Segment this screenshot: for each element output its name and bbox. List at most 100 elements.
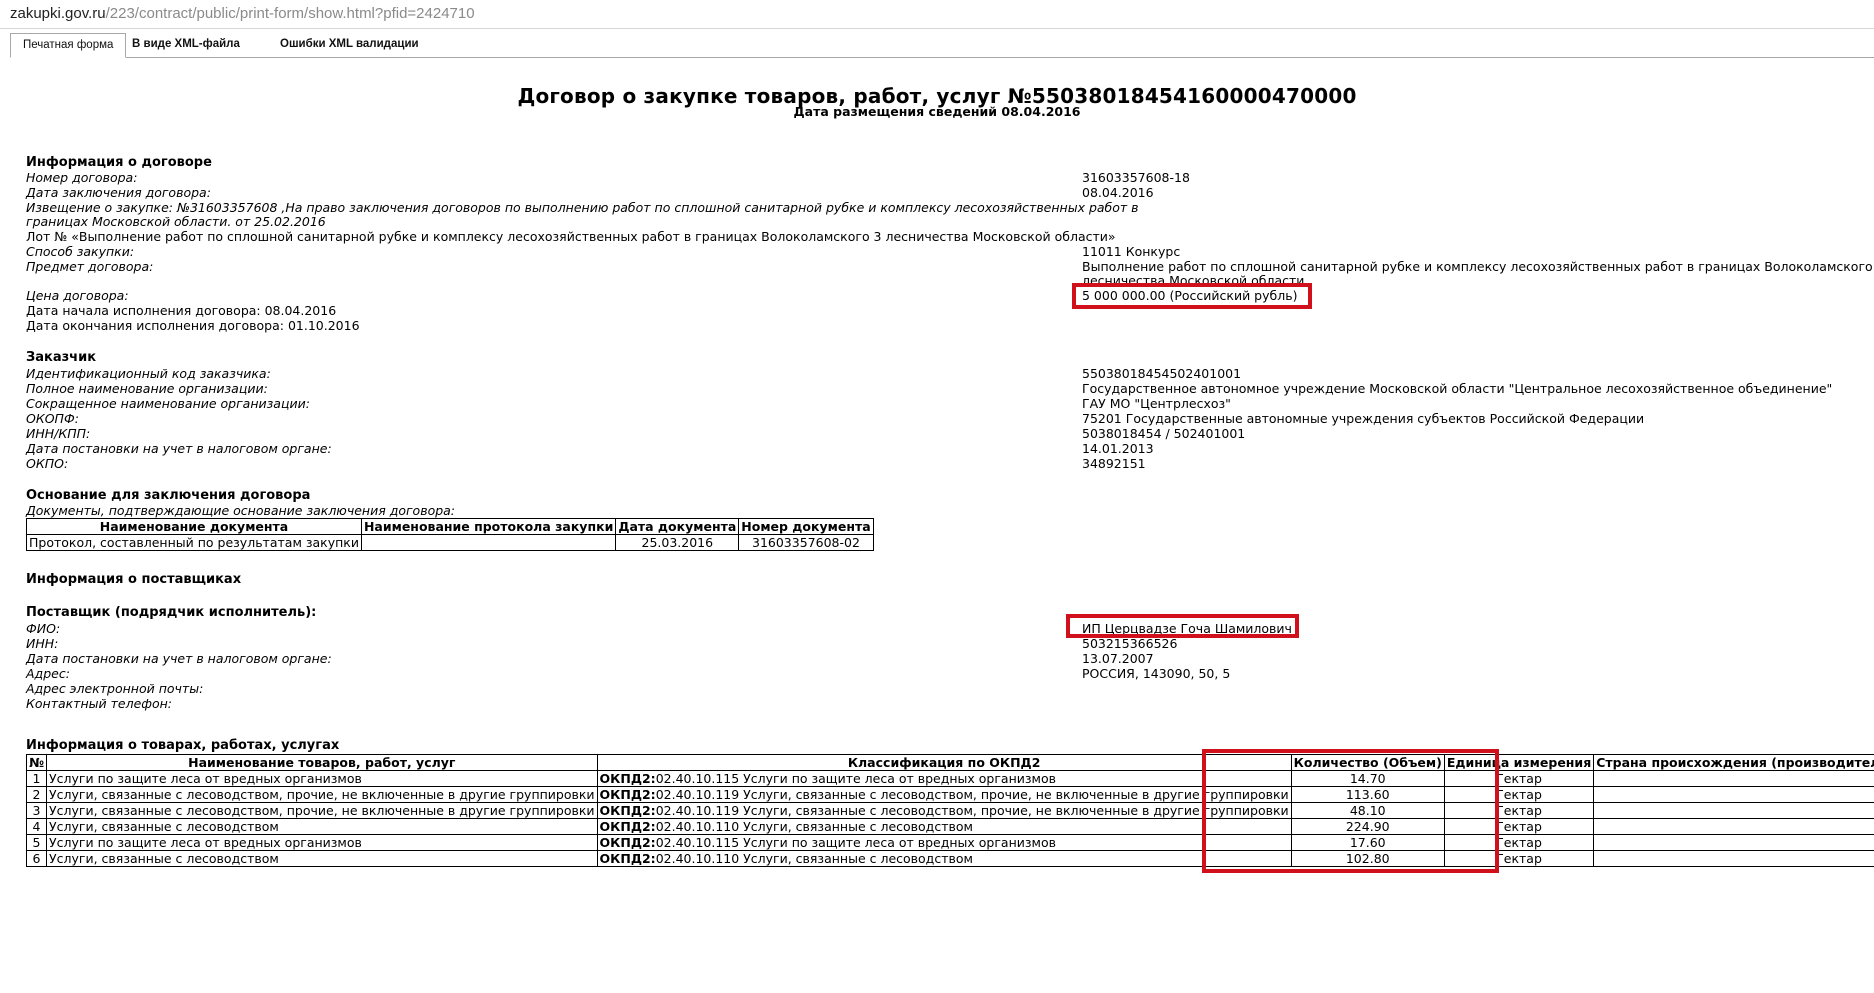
- column-header: Страна происхождения (производителя) тов…: [1593, 754, 1874, 771]
- item-name: Услуги по защите леса от вредных организ…: [46, 834, 598, 851]
- country: [1593, 850, 1874, 867]
- country: [1593, 770, 1874, 787]
- lot-line: Лот № «Выполнение работ по сплошной сани…: [26, 229, 1116, 244]
- row-number: 4: [25, 818, 48, 835]
- okpd-text: 02.40.10.110 Услуги, связанные с лесовод…: [655, 851, 973, 866]
- contract-date-value: 08.04.2016: [1082, 185, 1154, 200]
- table-cell: [360, 534, 617, 551]
- subject-value-line-1: Выполнение работ по сплошной санитарной …: [1082, 259, 1874, 274]
- customer-heading: Заказчик: [26, 350, 97, 365]
- okpd-prefix: ОКПД2:: [599, 803, 656, 818]
- item-name: Услуги, связанные с лесоводством, прочие…: [46, 786, 598, 803]
- column-header: Наименование документа: [26, 518, 362, 535]
- okpd-prefix: ОКПД2:: [599, 787, 656, 802]
- suppliers-heading: Информация о поставщиках: [26, 572, 242, 587]
- notice-line-2: границах Московской области. от 25.02.20…: [26, 214, 326, 229]
- basis-heading: Основание для заключения договора: [26, 488, 311, 503]
- end-date-line: Дата окончания исполнения договора: 01.1…: [26, 318, 360, 333]
- browser-address-bar[interactable]: zakupki.gov.ru/223/contract/public/print…: [0, 0, 1874, 29]
- contract-number-label: Номер договора:: [26, 170, 138, 185]
- country: [1593, 786, 1874, 803]
- okpd-text: 02.40.10.115 Услуги по защите леса от вр…: [655, 771, 1056, 786]
- okpd-classification: ОКПД2:02.40.10.110 Услуги, связанные с л…: [596, 850, 1292, 867]
- table-row: 2 Услуги, связанные с лесоводством, проч…: [25, 786, 1874, 803]
- customer-label: Идентификационный код заказчика:: [26, 366, 271, 381]
- row-number: 3: [25, 802, 48, 819]
- country: [1593, 834, 1874, 851]
- customer-value: ГАУ МО "Центрлесхоз": [1082, 396, 1231, 411]
- tab-xml-file[interactable]: В виде XML-файла: [120, 33, 252, 56]
- column-header: №: [25, 754, 48, 771]
- contract-number-value: 31603357608-18: [1082, 170, 1190, 185]
- table-cell: Протокол, составленный по результатам за…: [26, 534, 362, 551]
- okpd-prefix: ОКПД2:: [599, 771, 656, 786]
- customer-value: 5038018454 / 502401001: [1082, 426, 1246, 441]
- url-text[interactable]: zakupki.gov.ru/223/contract/public/print…: [10, 5, 475, 22]
- okpd-classification: ОКПД2:02.40.10.110 Услуги, связанные с л…: [596, 818, 1292, 835]
- okpd-prefix: ОКПД2:: [599, 819, 656, 834]
- item-name: Услуги, связанные с лесоводством, прочие…: [46, 802, 598, 819]
- row-number: 5: [25, 834, 48, 851]
- page-subtitle: Дата размещения сведений 08.04.2016: [793, 104, 1081, 119]
- table-row: 5 Услуги по защите леса от вредных орган…: [25, 834, 1874, 851]
- column-header: Наименование протокола закупки: [360, 518, 617, 535]
- okpd-classification: ОКПД2:02.40.10.119 Услуги, связанные с л…: [596, 802, 1292, 819]
- contract-date-label: Дата заключения договора:: [26, 185, 211, 200]
- column-header: Классификация по ОКПД2: [596, 754, 1292, 771]
- supplier-subheading: Поставщик (подрядчик исполнитель):: [26, 605, 317, 620]
- table-row: 6 Услуги, связанные с лесоводством ОКПД2…: [25, 850, 1874, 867]
- goods-table-header: № Наименование товаров, работ, услуг Кла…: [25, 754, 1874, 771]
- row-number: 2: [25, 786, 48, 803]
- okpd-text: 02.40.10.119 Услуги, связанные с лесовод…: [655, 787, 1289, 802]
- goods-table: № Наименование товаров, работ, услуг Кла…: [25, 754, 1874, 867]
- country: [1593, 802, 1874, 819]
- customer-label: Полное наименование организации:: [26, 381, 268, 396]
- price-highlight-box: [1072, 283, 1312, 309]
- customer-value: 14.01.2013: [1082, 441, 1154, 456]
- notice-line-1: Извещение о закупке: №31603357608 ,На пр…: [26, 200, 1139, 215]
- supplier-label: Адрес:: [26, 666, 70, 681]
- method-value: 11011 Конкурс: [1082, 244, 1181, 259]
- supplier-label: Адрес электронной почты:: [26, 681, 204, 696]
- item-name: Услуги по защите леса от вредных организ…: [46, 770, 598, 787]
- basis-table-header: Наименование документа Наименование прот…: [26, 518, 874, 535]
- customer-label: ИНН/КПП:: [26, 426, 91, 441]
- tab-print-form[interactable]: Печатная форма: [10, 33, 127, 58]
- okpd-text: 02.40.10.115 Услуги по защите леса от вр…: [655, 835, 1056, 850]
- goods-heading: Информация о товарах, работах, услугах: [26, 738, 340, 753]
- item-name: Услуги, связанные с лесоводством: [46, 850, 598, 867]
- okpd-classification: ОКПД2:02.40.10.115 Услуги по защите леса…: [596, 834, 1292, 851]
- supplier-value: РОССИЯ, 143090, 50, 5: [1082, 666, 1231, 681]
- table-row: 4 Услуги, связанные с лесоводством ОКПД2…: [25, 818, 1874, 835]
- column-header: Дата документа: [615, 518, 740, 535]
- table-cell: 25.03.2016: [615, 534, 740, 551]
- method-label: Способ закупки:: [26, 244, 135, 259]
- customer-value: 34892151: [1082, 456, 1146, 471]
- customer-label: Сокращенное наименование организации:: [26, 396, 310, 411]
- supplier-value: 503215366526: [1082, 636, 1178, 651]
- column-header: Номер документа: [738, 518, 874, 535]
- supplier-label: ФИО:: [26, 621, 61, 636]
- customer-label: Дата постановки на учет в налоговом орга…: [26, 441, 332, 456]
- contract-info-heading: Информация о договоре: [26, 155, 212, 170]
- table-cell: 31603357608-02: [738, 534, 874, 551]
- customer-label: ОКОПФ:: [26, 411, 79, 426]
- customer-label: ОКПО:: [26, 456, 69, 471]
- column-header: Наименование товаров, работ, услуг: [46, 754, 598, 771]
- start-date-line: Дата начала исполнения договора: 08.04.2…: [26, 303, 337, 318]
- customer-value: 75201 Государственные автономные учрежде…: [1082, 411, 1645, 426]
- okpd-classification: ОКПД2:02.40.10.119 Услуги, связанные с л…: [596, 786, 1292, 803]
- supplier-label: Дата постановки на учет в налоговом орга…: [26, 651, 332, 666]
- supplier-label: Контактный телефон:: [26, 696, 172, 711]
- basis-table: Наименование документа Наименование прот…: [26, 518, 874, 551]
- okpd-prefix: ОКПД2:: [599, 851, 656, 866]
- row-number: 1: [25, 770, 48, 787]
- okpd-text: 02.40.10.110 Услуги, связанные с лесовод…: [655, 819, 973, 834]
- url-path: /223/contract/public/print-form/show.htm…: [105, 5, 475, 22]
- tab-xml-validation-errors[interactable]: Ошибки XML валидации: [268, 33, 431, 56]
- supplier-value: 13.07.2007: [1082, 651, 1154, 666]
- okpd-prefix: ОКПД2:: [599, 835, 656, 850]
- table-row: Протокол, составленный по результатам за…: [26, 534, 874, 551]
- row-number: 6: [25, 850, 48, 867]
- basis-note: Документы, подтверждающие основание закл…: [26, 503, 456, 518]
